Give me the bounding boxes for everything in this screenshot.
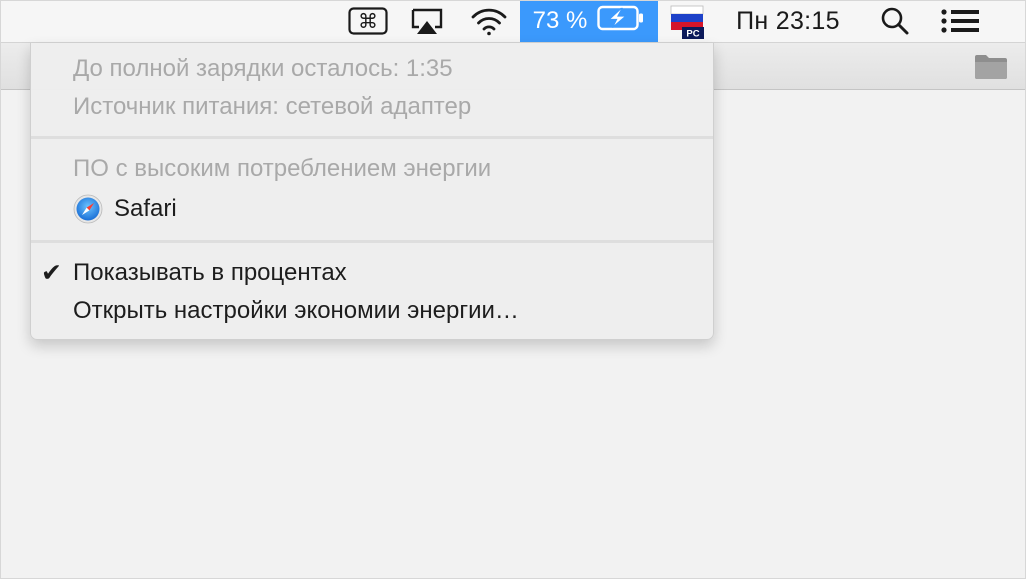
open-energy-settings-item[interactable]: Открыть настройки экономии энергии…	[73, 296, 519, 326]
battery-percent: 73 %	[532, 7, 588, 34]
wifi-icon[interactable]	[464, 0, 514, 42]
airplay-icon[interactable]	[404, 0, 450, 42]
notification-center-icon[interactable]	[932, 0, 988, 42]
app-item-safari[interactable]: Safari	[114, 194, 177, 224]
spotlight-search-icon[interactable]	[870, 0, 920, 42]
input-source-badge: PC	[686, 29, 699, 40]
show-percentage-item[interactable]: Показывать в процентах	[73, 258, 347, 288]
menu-separator	[31, 136, 713, 139]
battery-dropdown-menu: До полной зарядки осталось: 1:35 Источни…	[30, 43, 714, 340]
folder-icon[interactable]	[974, 52, 1008, 80]
menu-bar: ⌘ 73 % PC Пн 23:15	[0, 0, 1026, 43]
svg-text:⌘: ⌘	[358, 9, 378, 33]
menubar-clock[interactable]: Пн 23:15	[718, 0, 858, 42]
time-remaining-label: До полной зарядки осталось: 1:35	[73, 55, 453, 82]
command-key-icon[interactable]: ⌘	[344, 0, 392, 42]
battery-menu-extra[interactable]: 73 %	[520, 0, 658, 42]
checkmark-icon: ✔	[41, 259, 62, 287]
high-energy-apps-header: ПО с высоким потреблением энергии	[73, 155, 492, 182]
battery-charging-icon	[597, 5, 645, 38]
safari-compass-icon	[73, 194, 103, 224]
power-source-label: Источник питания: сетевой адаптер	[73, 93, 472, 120]
menu-separator	[31, 240, 713, 243]
russian-flag-icon[interactable]: PC	[664, 0, 710, 42]
